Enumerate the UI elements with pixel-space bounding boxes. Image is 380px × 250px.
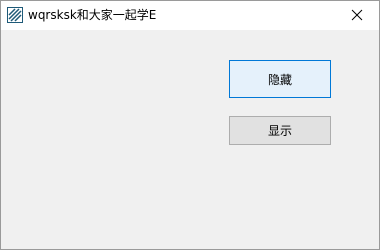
hide-button[interactable]: 隐藏 [229, 60, 331, 98]
close-button[interactable] [335, 1, 379, 30]
title-bar[interactable]: wqrsksk和大家一起学E [1, 1, 379, 30]
close-icon [351, 6, 363, 25]
striped-app-icon [7, 7, 23, 23]
client-area: 隐藏 显示 [1, 30, 379, 249]
window-title: wqrsksk和大家一起学E [28, 8, 157, 22]
show-button[interactable]: 显示 [229, 116, 331, 145]
app-window: wqrsksk和大家一起学E 隐藏 显示 [0, 0, 380, 250]
